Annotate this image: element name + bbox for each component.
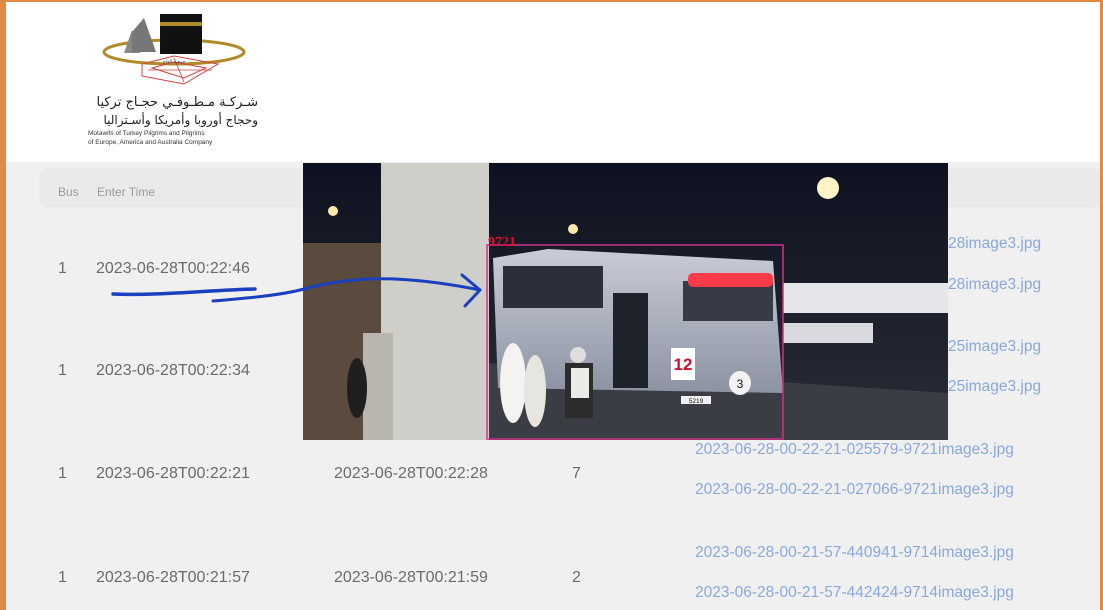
bus-number-sign: 12 (674, 355, 693, 374)
detection-label: 9721 (488, 235, 516, 250)
count-cell: 7 (572, 465, 581, 482)
logo-small-arabic: جمعية الحاج (163, 60, 186, 65)
company-logo: جمعية الحاج شـركـة مـطـوفـي حجـاج تركيا … (88, 12, 268, 152)
bus-cell: 1 (58, 260, 67, 277)
image-link[interactable]: 25image3.jpg (948, 338, 1041, 356)
bus-circle-number: 3 (737, 377, 744, 391)
logo-english-line-1: Motawifs of Turkey Pilgrims and Pilgrims (88, 130, 205, 137)
kaaba-logo-icon: جمعية الحاج (102, 14, 246, 85)
page-header: جمعية الحاج شـركـة مـطـوفـي حجـاج تركيا … (6, 2, 1100, 162)
license-plate: 5219 (689, 398, 704, 405)
image-link[interactable]: 2023-06-28-00-22-21-027066-9721image3.jp… (695, 481, 1014, 499)
image-link[interactable]: 2023-06-28-00-21-57-442424-9714image3.jp… (695, 584, 1014, 602)
bus-cell: 1 (58, 362, 67, 379)
exit-time-cell: 2023-06-28T00:21:59 (334, 569, 488, 586)
image-link[interactable]: 2023-06-28-00-22-21-025579-9721image3.jp… (695, 441, 1014, 459)
column-header-bus: Bus (58, 185, 79, 199)
bus-camera-photo[interactable]: 12 3 5219 9721 (303, 163, 948, 440)
exit-time-cell: 2023-06-28T00:22:28 (334, 465, 488, 482)
logo-english-line-2: of Europe, America and Australia Company (88, 139, 213, 146)
enter-time-cell: 2023-06-28T00:21:57 (96, 569, 250, 586)
bus-cell: 1 (58, 569, 67, 586)
enter-time-cell: 2023-06-28T00:22:46 (96, 260, 250, 277)
count-cell: 2 (572, 569, 581, 586)
enter-time-cell: 2023-06-28T00:22:21 (96, 465, 250, 482)
camera-frame-illustration: 12 3 5219 9721 (303, 163, 948, 440)
image-link[interactable]: 28image3.jpg (948, 276, 1041, 294)
logo-arabic-line-1: شـركـة مـطـوفـي حجـاج تركيا (96, 95, 258, 110)
enter-time-cell: 2023-06-28T00:22:34 (96, 362, 250, 379)
column-header-enter-time: Enter Time (97, 185, 156, 199)
image-link[interactable]: 28image3.jpg (948, 235, 1041, 253)
image-link[interactable]: 25image3.jpg (948, 378, 1041, 396)
logo-arabic-line-2: وحجاج أوروبا وأمريكا وأسـتراليا (103, 113, 258, 127)
bus-cell: 1 (58, 465, 67, 482)
image-link[interactable]: 2023-06-28-00-21-57-440941-9714image3.jp… (695, 544, 1014, 562)
